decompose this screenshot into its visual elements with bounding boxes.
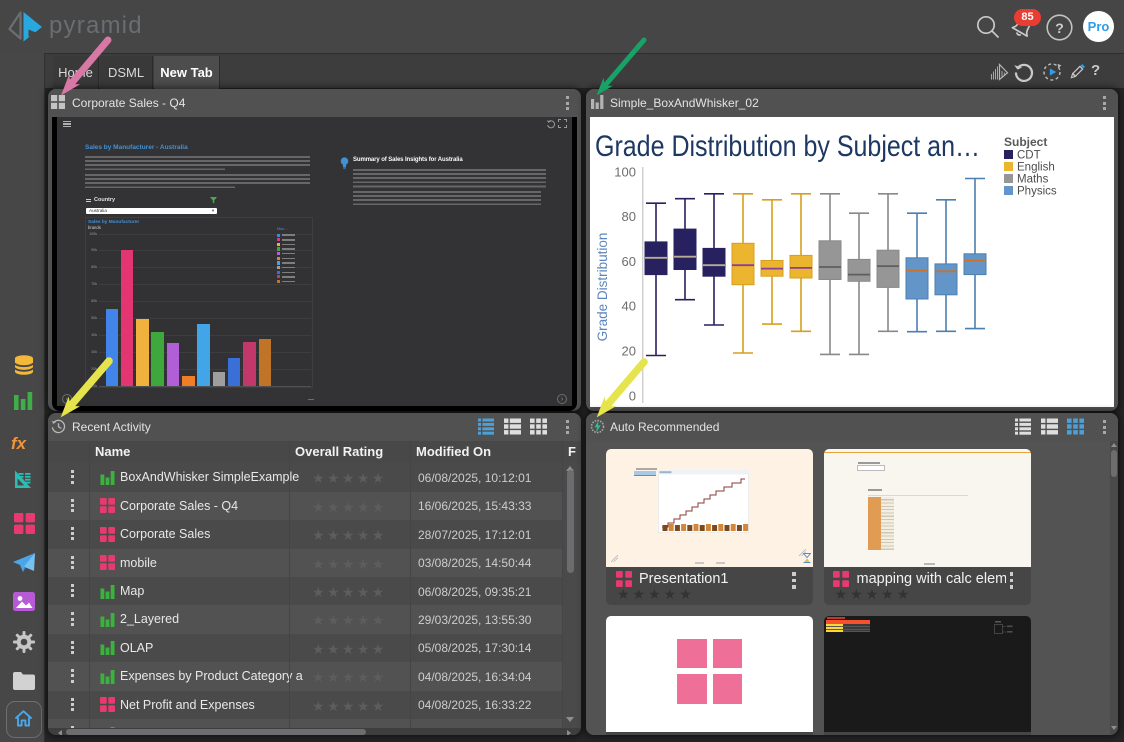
svg-text:Maths: Maths [1017, 174, 1049, 186]
svg-text:Grade Distribution: Grade Distribution [595, 233, 610, 342]
svg-text:20: 20 [622, 344, 636, 359]
svg-text:80: 80 [622, 209, 636, 224]
svg-text:Subject: Subject [1004, 135, 1047, 149]
svg-text:Physics: Physics [1017, 186, 1057, 198]
svg-text:40: 40 [622, 299, 636, 314]
svg-text:100: 100 [614, 164, 636, 179]
svg-text:English: English [1017, 162, 1055, 174]
svg-text:0: 0 [629, 388, 636, 403]
svg-text:Grade Distribution by Subject: Grade Distribution by Subject an… [595, 130, 980, 163]
svg-text:?: ? [1055, 20, 1064, 36]
svg-text:CDT: CDT [1017, 150, 1041, 162]
svg-text:60: 60 [622, 254, 636, 269]
